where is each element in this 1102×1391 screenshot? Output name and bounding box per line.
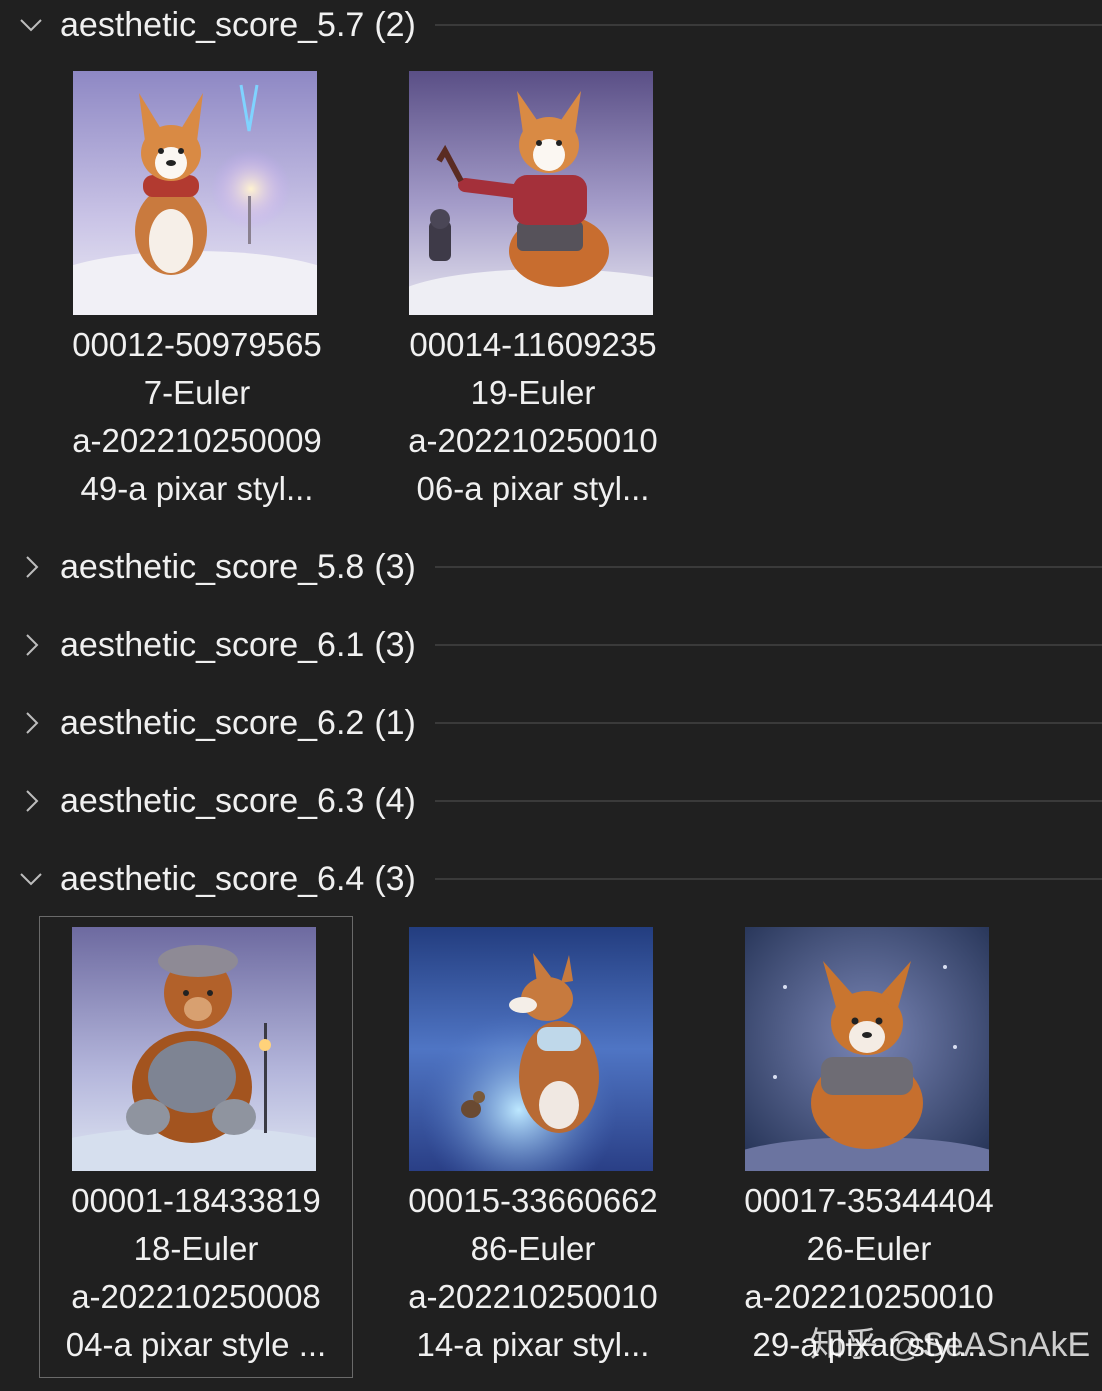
file-name: 00001-18433819 18-Euler a-202210250008 0… — [65, 1182, 327, 1363]
image-thumbnail[interactable] — [409, 71, 653, 315]
watermark: 知乎 @SeASnAkE — [810, 1326, 1091, 1364]
chevron-down-icon[interactable] — [18, 12, 44, 38]
group-title: aesthetic_score_6.4 (3) — [60, 860, 416, 898]
chevron-right-icon[interactable] — [18, 788, 44, 814]
file-tile[interactable]: 00017-35344404 26-Euler a-202210250010 2… — [712, 916, 1026, 1378]
group-separator — [435, 24, 1102, 26]
file-name: 00012-50979565 7-Euler a-202210250009 49… — [72, 326, 322, 507]
image-thumbnail[interactable] — [72, 927, 316, 1171]
group-title: aesthetic_score_6.2 (1) — [60, 704, 416, 742]
group-header-aesthetic-6-1[interactable]: aesthetic_score_6.1 (3) — [0, 620, 1102, 670]
file-name: 00015-33660662 86-Euler a-202210250010 1… — [408, 1182, 658, 1363]
chevron-right-icon[interactable] — [18, 554, 44, 580]
group-title: aesthetic_score_5.7 (2) — [60, 6, 416, 44]
image-thumbnail[interactable] — [409, 927, 653, 1171]
group-header-aesthetic-5-8[interactable]: aesthetic_score_5.8 (3) — [0, 542, 1102, 592]
group-header-aesthetic-6-2[interactable]: aesthetic_score_6.2 (1) — [0, 698, 1102, 748]
group-separator — [435, 644, 1102, 646]
chevron-down-icon[interactable] — [18, 866, 44, 892]
group-title: aesthetic_score_6.3 (4) — [60, 782, 416, 820]
group-separator — [435, 566, 1102, 568]
group-separator — [435, 878, 1102, 880]
group-title: aesthetic_score_6.1 (3) — [60, 626, 416, 664]
image-thumbnail[interactable] — [73, 71, 317, 315]
file-name: 00014-11609235 19-Euler a-202210250010 0… — [408, 326, 658, 507]
group-separator — [435, 722, 1102, 724]
chevron-right-icon[interactable] — [18, 710, 44, 736]
group-header-aesthetic-6-3[interactable]: aesthetic_score_6.3 (4) — [0, 776, 1102, 826]
group-header-aesthetic-6-4[interactable]: aesthetic_score_6.4 (3) — [0, 854, 1102, 904]
file-tile[interactable]: 00012-50979565 7-Euler a-202210250009 49… — [40, 60, 354, 522]
image-thumbnail[interactable] — [745, 927, 989, 1171]
chevron-right-icon[interactable] — [18, 632, 44, 658]
file-tile-selected[interactable]: 00001-18433819 18-Euler a-202210250008 0… — [39, 916, 353, 1378]
group-header-aesthetic-5-7[interactable]: aesthetic_score_5.7 (2) — [0, 0, 1102, 50]
group-title: aesthetic_score_5.8 (3) — [60, 548, 416, 586]
file-tile[interactable]: 00015-33660662 86-Euler a-202210250010 1… — [376, 916, 690, 1378]
file-tile[interactable]: 00014-11609235 19-Euler a-202210250010 0… — [376, 60, 690, 522]
group-separator — [435, 800, 1102, 802]
